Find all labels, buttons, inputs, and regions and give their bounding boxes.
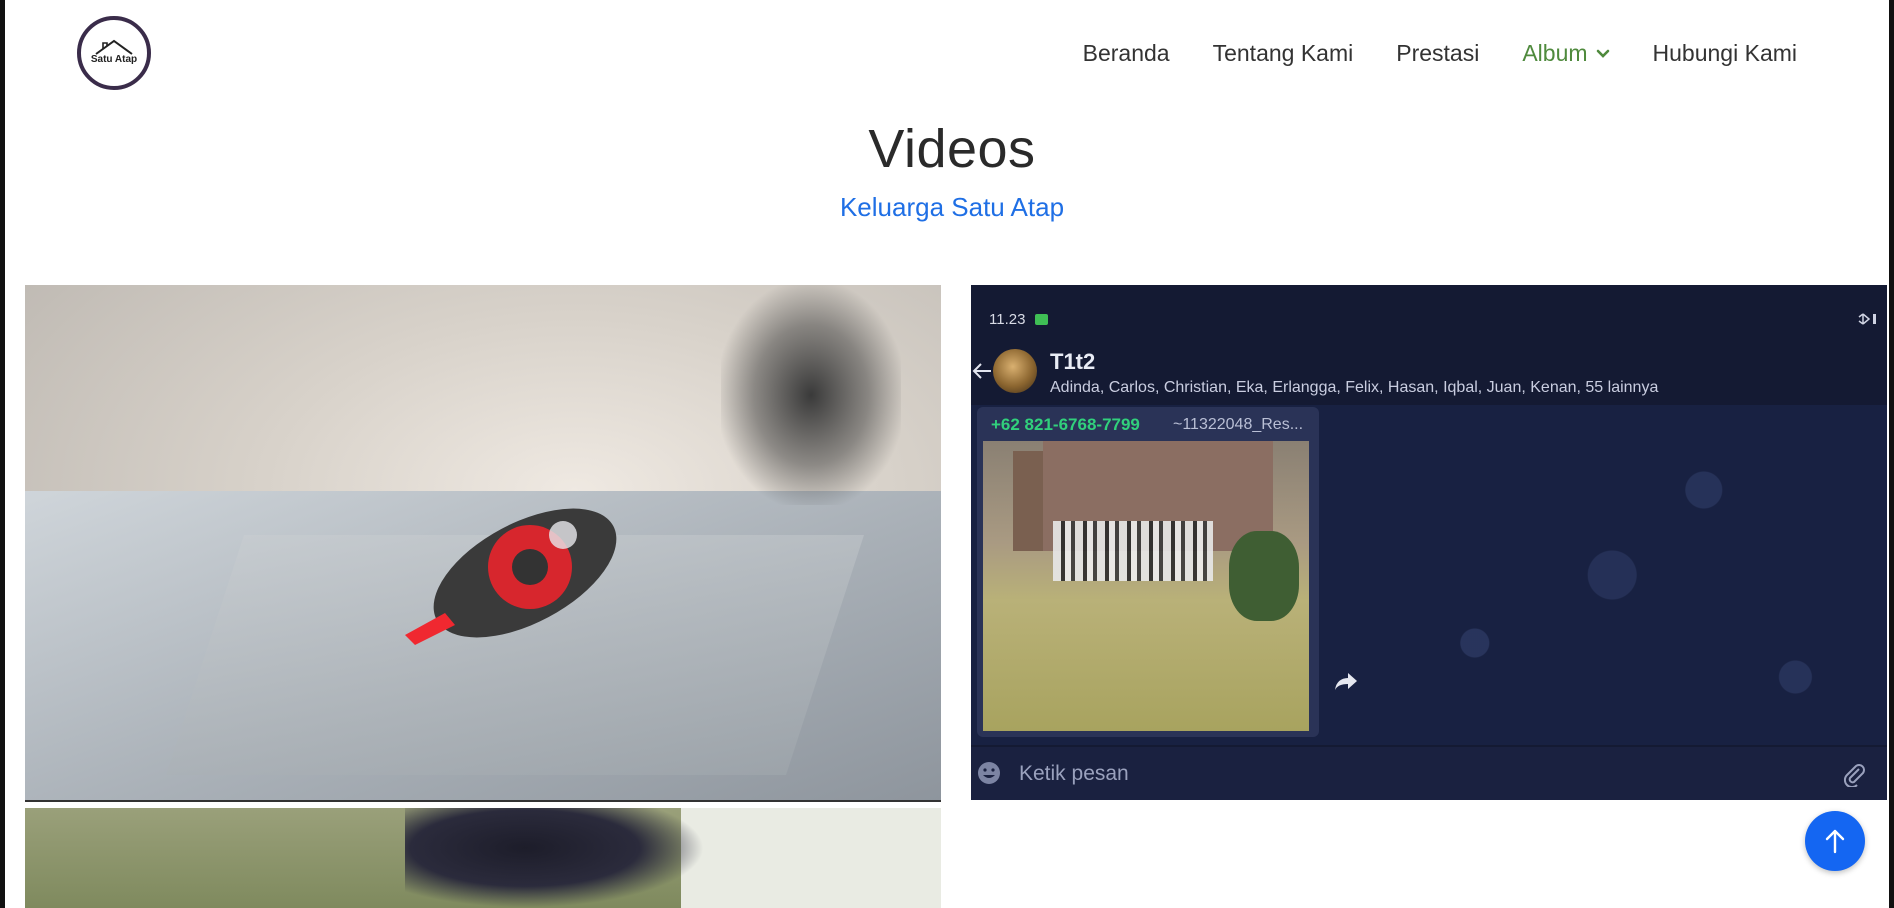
nav-item-album[interactable]: Album bbox=[1522, 40, 1609, 67]
video-tile-3[interactable] bbox=[25, 808, 941, 908]
correction-tape-image bbox=[405, 508, 617, 645]
house-roof-icon bbox=[95, 39, 133, 55]
video-3-person bbox=[405, 808, 705, 908]
sender-name: ~11322048_Res... bbox=[1173, 416, 1304, 433]
site-header: Satu Atap Beranda Tentang Kami Prestasi … bbox=[5, 0, 1889, 110]
status-bar: 11.23 bbox=[989, 311, 1049, 328]
message-input-placeholder: Ketik pesan bbox=[1019, 762, 1129, 785]
nav-item-prestasi[interactable]: Prestasi bbox=[1396, 40, 1479, 67]
chat-header: T1t2 Adinda, Carlos, Christian, Eka, Erl… bbox=[971, 341, 1887, 409]
nav-item-hubungi-kami[interactable]: Hubungi Kami bbox=[1653, 40, 1797, 67]
attach-icon bbox=[1843, 764, 1865, 787]
nav-item-album-label: Album bbox=[1522, 40, 1588, 66]
nav-item-beranda[interactable]: Beranda bbox=[1083, 40, 1170, 67]
group-avatar bbox=[993, 349, 1037, 393]
arrow-up-icon bbox=[1825, 829, 1845, 854]
group-name: T1t2 bbox=[1050, 349, 1096, 374]
media-pillar bbox=[1013, 451, 1043, 551]
video-tile-2[interactable]: 11.23 T1t2 Adinda, Carlos, Christian, Ek… bbox=[971, 285, 1887, 800]
forward-icon bbox=[1335, 673, 1357, 690]
nav-item-tentang-kami[interactable]: Tentang Kami bbox=[1213, 40, 1354, 67]
media-crowd bbox=[1053, 521, 1213, 581]
chevron-down-icon bbox=[1596, 49, 1609, 58]
logo-text: Satu Atap bbox=[90, 54, 138, 65]
emoji-icon bbox=[978, 762, 1000, 784]
main-nav: Beranda Tentang Kami Prestasi Album Hubu… bbox=[1083, 40, 1797, 67]
logo[interactable]: Satu Atap bbox=[77, 16, 151, 90]
page-title: Videos bbox=[868, 119, 1036, 179]
app-status-icon bbox=[1035, 314, 1049, 325]
video-tile-1[interactable] bbox=[25, 285, 941, 802]
message-image bbox=[983, 441, 1309, 731]
message-bubble: +62 821-6768-7799 ~11322048_Res... bbox=[977, 407, 1319, 737]
video-3-bg bbox=[681, 808, 941, 908]
group-members: Adinda, Carlos, Christian, Eka, Erlangga… bbox=[1050, 379, 1659, 396]
scroll-to-top-button[interactable] bbox=[1805, 811, 1865, 871]
video-1-blur bbox=[721, 285, 901, 505]
status-time: 11.23 bbox=[989, 311, 1026, 328]
sender-phone: +62 821-6768-7799 bbox=[991, 415, 1140, 434]
media-tree bbox=[1229, 531, 1299, 621]
back-arrow-icon bbox=[972, 363, 991, 379]
bluetooth-icon bbox=[1858, 313, 1876, 325]
message-input-bar: Ketik pesan bbox=[971, 747, 1887, 800]
page-subtitle: Keluarga Satu Atap bbox=[839, 192, 1065, 222]
